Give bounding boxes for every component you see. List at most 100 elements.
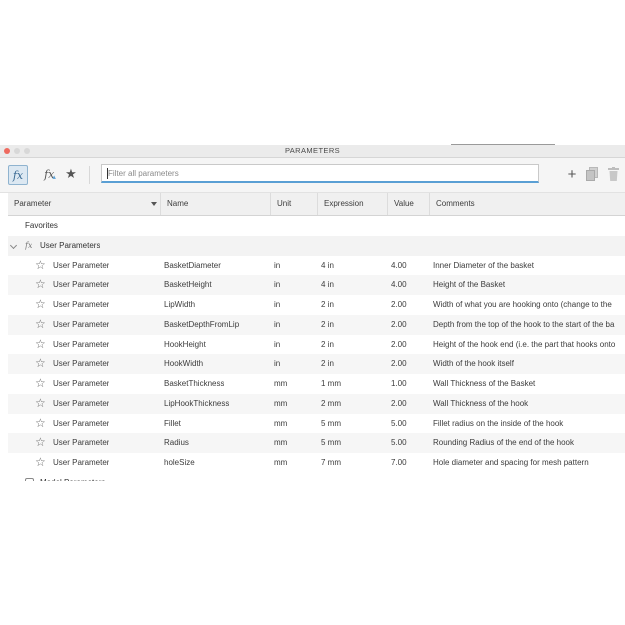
table-row[interactable]: ☆ User Parameter HookWidth in 2 in 2.00 Width … (8, 354, 625, 374)
group-label: Model Parameters (40, 473, 105, 481)
parameter-expression[interactable]: 2 in (321, 295, 334, 315)
parameter-name[interactable]: holeSize (164, 453, 195, 473)
parameter-comment[interactable]: Hole diameter and spacing for mesh patte… (433, 453, 625, 473)
parameter-name[interactable]: Fillet (164, 414, 181, 434)
column-header-value[interactable]: Value (387, 193, 429, 215)
table-row[interactable]: ☆ User Parameter HookHeight in 2 in 2.00 Heigh… (8, 335, 625, 355)
model-parameters-icon (25, 477, 34, 481)
column-header-name[interactable]: Name (160, 193, 270, 215)
parameter-name[interactable]: BasketThickness (164, 374, 224, 394)
parameter-comment[interactable]: Height of the Basket (433, 275, 625, 295)
favorite-star-icon[interactable]: ☆ (35, 275, 46, 295)
column-header-unit[interactable]: Unit (270, 193, 317, 215)
sort-parameters-fx-icon[interactable]: fx ▴ (41, 165, 59, 183)
favorite-star-icon[interactable]: ☆ (35, 374, 46, 394)
table-row[interactable]: ☆ User Parameter BasketThickness mm 1 mm 1.00… (8, 374, 625, 394)
user-parameters-group-row[interactable]: fx User Parameters (8, 235, 625, 256)
parameters-window: PARAMETERS fx fx▴ ★ + Parameter Name Uni… (0, 145, 625, 481)
favorite-star-icon[interactable]: ☆ (35, 414, 46, 434)
favorites-row[interactable]: Favorites (8, 216, 625, 236)
all-parameters-fx-icon[interactable]: fx (8, 165, 28, 185)
filter-parameters-input[interactable] (101, 164, 539, 183)
parameter-expression[interactable]: 4 in (321, 275, 334, 295)
favorite-star-icon[interactable]: ☆ (35, 335, 46, 355)
expand-chevron-icon[interactable] (9, 478, 18, 481)
table-row[interactable]: ☆ User Parameter BasketDepthFromLip in 2 in 2… (8, 314, 625, 335)
parameter-comment[interactable]: Height of the hook end (i.e. the part th… (433, 335, 625, 355)
parameter-comment[interactable]: Fillet radius on the inside of the hook (433, 414, 625, 434)
parameter-name[interactable]: LipWidth (164, 295, 195, 315)
parameter-name[interactable]: Radius (164, 433, 189, 453)
parameter-value: 2.00 (391, 359, 407, 369)
model-parameters-group-row[interactable]: Model Parameters (8, 473, 625, 481)
table-row[interactable]: ☆ User Parameter Radius mm 5 mm 5.00 Rounding … (8, 433, 625, 453)
column-label: Parameter (14, 199, 52, 208)
sort-arrow-icon: ▴ (52, 173, 56, 181)
parameter-type: User Parameter (53, 438, 110, 448)
parameter-value: 2.00 (391, 319, 407, 329)
window-title: PARAMETERS (284, 146, 341, 155)
parameter-comment[interactable]: Depth from the top of the hook to the st… (433, 315, 625, 335)
table-row[interactable]: ☆ User Parameter LipWidth in 2 in 2.00 Width o… (8, 295, 625, 315)
expand-chevron-icon[interactable] (9, 241, 18, 249)
parameter-comment[interactable]: Inner Diameter of the basket (433, 256, 625, 276)
dropdown-arrow-icon[interactable] (151, 202, 157, 206)
parameter-expression[interactable]: 7 mm (321, 453, 341, 473)
parameter-expression[interactable]: 1 mm (321, 374, 341, 394)
column-header-comments[interactable]: Comments (429, 193, 625, 215)
table-row[interactable]: ☆ User Parameter holeSize mm 7 mm 7.00 Hole di… (8, 453, 625, 473)
favorite-star-icon[interactable]: ☆ (35, 453, 46, 473)
favorite-star-icon[interactable]: ☆ (35, 315, 46, 335)
add-parameter-icon[interactable]: + (564, 165, 580, 183)
table-row[interactable]: ☆ User Parameter BasketHeight in 4 in 4.00 Hei… (8, 275, 625, 295)
parameter-expression[interactable]: 4 in (321, 256, 334, 276)
parameter-unit: in (274, 300, 281, 309)
table-header: Parameter Name Unit Expression Value Com… (8, 193, 625, 216)
parameter-type: User Parameter (53, 379, 110, 388)
favorites-star-icon[interactable]: ★ (62, 165, 80, 183)
parameter-expression[interactable]: 2 in (321, 315, 334, 335)
parameter-unit: in (274, 359, 281, 369)
parameter-expression[interactable]: 2 in (321, 335, 334, 355)
favorite-star-icon[interactable]: ☆ (35, 433, 46, 453)
parameter-type: User Parameter (53, 359, 110, 369)
text-cursor (107, 168, 108, 179)
parameter-name[interactable]: BasketHeight (164, 275, 212, 295)
parameter-comment[interactable]: Wall Thickness of the hook (433, 394, 625, 414)
parameter-unit: in (274, 280, 281, 290)
parameter-value: 7.00 (391, 458, 407, 467)
parameter-name[interactable]: LipHookThickness (164, 394, 229, 414)
favorite-star-icon[interactable]: ☆ (35, 394, 46, 414)
parameter-value: 5.00 (391, 438, 407, 448)
delete-trash-icon[interactable] (606, 166, 620, 182)
table-row[interactable]: ☆ User Parameter LipHookThickness mm 2 mm 2.0… (8, 393, 625, 414)
parameter-expression[interactable]: 2 in (321, 354, 334, 374)
column-header-expression[interactable]: Expression (317, 193, 387, 215)
copy-icon[interactable] (585, 166, 599, 182)
favorite-star-icon[interactable]: ☆ (35, 354, 46, 374)
parameter-type: User Parameter (53, 398, 110, 408)
favorite-star-icon[interactable]: ☆ (35, 256, 46, 276)
parameter-type: User Parameter (53, 458, 110, 467)
parameter-name[interactable]: HookWidth (164, 354, 203, 374)
parameter-unit: mm (274, 418, 288, 428)
parameter-value: 2.00 (391, 300, 407, 309)
parameter-name[interactable]: BasketDiameter (164, 256, 221, 276)
parameter-comment[interactable]: Width of the hook itself (433, 354, 625, 374)
parameter-comment[interactable]: Width of what you are hooking onto (chan… (433, 295, 625, 315)
parameter-value: 1.00 (391, 379, 407, 388)
parameter-expression[interactable]: 2 mm (321, 394, 341, 414)
parameter-unit: mm (274, 438, 288, 448)
parameter-expression[interactable]: 5 mm (321, 414, 341, 434)
parameter-name[interactable]: BasketDepthFromLip (164, 315, 239, 335)
favorite-star-icon[interactable]: ☆ (35, 295, 46, 315)
parameter-value: 4.00 (391, 280, 407, 290)
parameter-comment[interactable]: Wall Thickness of the Basket (433, 374, 625, 394)
parameter-name[interactable]: HookHeight (164, 335, 206, 355)
table-row[interactable]: ☆ User Parameter BasketDiameter in 4 in 4.00 I… (8, 256, 625, 276)
parameter-expression[interactable]: 5 mm (321, 433, 341, 453)
group-label: User Parameters (40, 240, 101, 250)
parameter-comment[interactable]: Rounding Radius of the end of the hook (433, 433, 625, 453)
column-header-parameter[interactable]: Parameter (8, 193, 160, 215)
table-row[interactable]: ☆ User Parameter Fillet mm 5 mm 5.00 Fillet ra… (8, 414, 625, 434)
